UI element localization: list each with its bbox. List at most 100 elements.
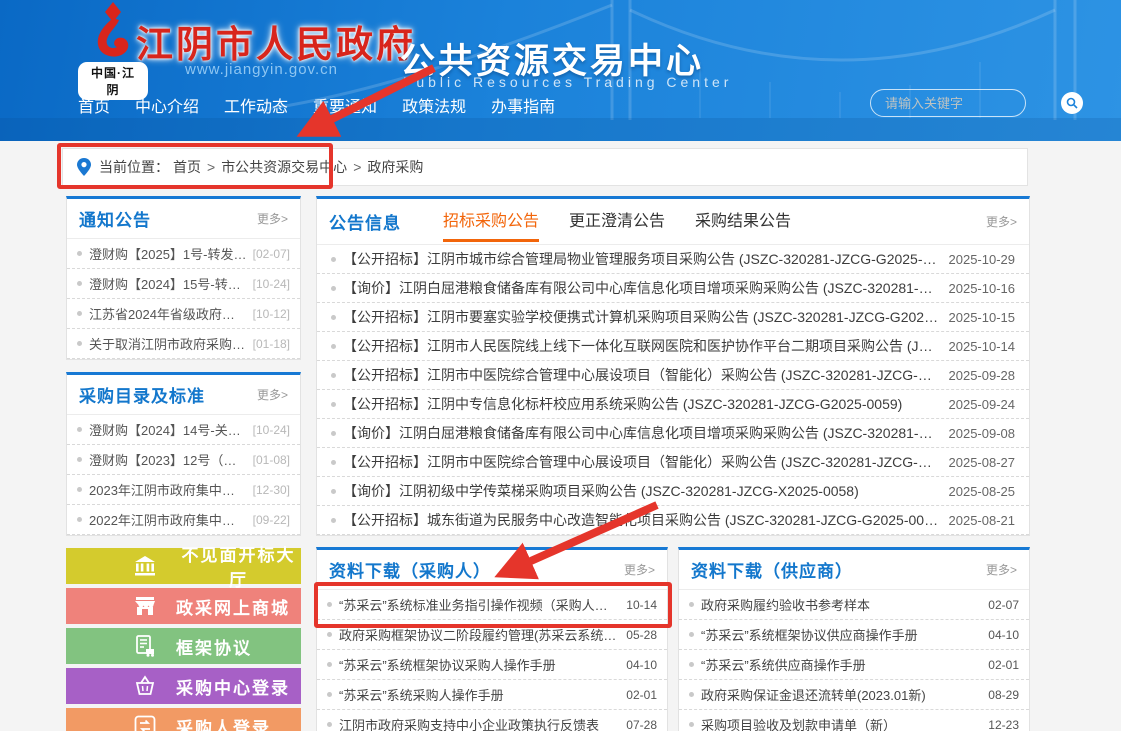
list-item[interactable]: 政府采购框架协议二阶段履约管理(苏采云系统操...05-28: [317, 620, 667, 650]
announcement-title[interactable]: 【询价】江阴初级中学传菜梯采购项目采购公告 (JSZC-320281-JZCG-…: [343, 481, 939, 501]
announcement-title[interactable]: 【公开招标】江阴市人民医院线上线下一体化互联网医院和医护协作平台二期项目采购公告…: [343, 336, 939, 356]
bullet-icon: [327, 722, 332, 727]
announcement-date: 2025-10-16: [949, 281, 1016, 296]
list-item[interactable]: 政府采购履约验收书参考样本02-07: [679, 590, 1029, 620]
bullet-icon: [331, 373, 336, 378]
remote-bid-hall-button[interactable]: 不见面开标大厅: [66, 548, 301, 584]
framework-agreement-button[interactable]: 框架协议: [66, 628, 301, 664]
bullet-icon: [689, 632, 694, 637]
catalog-panel-title: 采购目录及标准: [79, 382, 205, 407]
list-item[interactable]: 江苏省2024年省级政府购买服...[10-12]: [67, 299, 300, 329]
announcement-title[interactable]: 【公开招标】江阴中专信息化标杆校应用系统采购公告 (JSZC-320281-JZ…: [343, 394, 939, 414]
document-truck-icon: [134, 635, 156, 657]
announcement-title[interactable]: 【公开招标】城东街道为民服务中心改造智能化项目采购公告 (JSZC-320281…: [343, 510, 939, 530]
bullet-icon: [77, 517, 82, 522]
download-title[interactable]: 采购项目验收及划款申请单（新）: [701, 715, 980, 731]
site-title: 江阴市人民政府: [136, 14, 416, 68]
nav-item-center-intro[interactable]: 中心介绍: [135, 93, 199, 117]
catalog-title[interactable]: 2022年江阴市政府集中采购目...: [89, 510, 247, 529]
online-mall-button[interactable]: 政采网上商城: [66, 588, 301, 624]
announcement-title[interactable]: 【公开招标】江阴市中医院综合管理中心展设项目（智能化）采购公告 (JSZC-32…: [343, 452, 939, 472]
tab-bid-procurement-announcements[interactable]: 招标采购公告: [443, 199, 539, 242]
quick-button-label: 采购中心登录: [176, 674, 290, 699]
list-item[interactable]: “苏采云”系统框架协议采购人操作手册04-10: [317, 650, 667, 680]
list-item[interactable]: 澄财购【2025】1号-转发江苏... [02-07]: [67, 239, 300, 269]
download-title[interactable]: 政府采购框架协议二阶段履约管理(苏采云系统操...: [339, 625, 618, 644]
table-row[interactable]: 【询价】江阴初级中学传菜梯采购项目采购公告 (JSZC-320281-JZCG-…: [317, 477, 1029, 506]
catalog-title[interactable]: 澄财购【2024】14号-关于转...: [89, 420, 247, 439]
nav-item-service-guide[interactable]: 办事指南: [491, 93, 555, 117]
list-item[interactable]: 澄财购【2024】15号-转发《...[10-24]: [67, 269, 300, 299]
download-buyer-more-link[interactable]: 更多>: [624, 561, 655, 578]
catalog-more-link[interactable]: 更多>: [257, 386, 288, 403]
bullet-icon: [327, 662, 332, 667]
notice-title[interactable]: 江苏省2024年省级政府购买服...: [89, 304, 247, 323]
table-row[interactable]: 【询价】江阴白屈港粮食储备库有限公司中心库信息化项目增项采购采购公告 (JSZC…: [317, 274, 1029, 303]
table-row[interactable]: 【公开招标】江阴中专信息化标杆校应用系统采购公告 (JSZC-320281-JZ…: [317, 390, 1029, 419]
tab-procurement-results[interactable]: 采购结果公告: [695, 199, 791, 242]
list-item[interactable]: 澄财购【2024】14号-关于转...[10-24]: [67, 415, 300, 445]
list-item[interactable]: “苏采云”系统标准业务指引操作视频（采购人版...10-14: [317, 590, 667, 620]
announcement-title[interactable]: 【公开招标】江阴市中医院综合管理中心展设项目（智能化）采购公告 (JSZC-32…: [343, 365, 939, 385]
download-supplier-list: 政府采购履约验收书参考样本02-07 “苏采云”系统框架协议供应商操作手册04-…: [679, 590, 1029, 731]
list-item[interactable]: 2022年江阴市政府集中采购目...[09-22]: [67, 505, 300, 535]
bullet-icon: [331, 518, 336, 523]
table-row[interactable]: 【公开招标】江阴市中医院综合管理中心展设项目（智能化）采购公告 (JSZC-32…: [317, 448, 1029, 477]
procurement-center-login-button[interactable]: 采购中心登录: [66, 668, 301, 704]
search-input[interactable]: [885, 96, 1061, 111]
announcement-title[interactable]: 【公开招标】江阴市要塞实验学校便携式计算机采购项目采购公告 (JSZC-3202…: [343, 307, 939, 327]
download-title[interactable]: “苏采云”系统框架协议供应商操作手册: [701, 625, 980, 644]
list-item[interactable]: 2023年江阴市政府集中采购目...[12-30]: [67, 475, 300, 505]
table-row[interactable]: 【公开招标】江阴市要塞实验学校便携式计算机采购项目采购公告 (JSZC-3202…: [317, 303, 1029, 332]
notice-panel: 通知公告 更多> 澄财购【2025】1号-转发江苏...[02-07] 澄财购【…: [66, 196, 301, 360]
announcement-title[interactable]: 【询价】江阴白屈港粮食储备库有限公司中心库信息化项目增项采购采购公告 (JSZC…: [343, 278, 939, 298]
notice-title[interactable]: 澄财购【2024】15号-转发《...: [89, 274, 247, 293]
list-item[interactable]: 江阴市政府采购支持中小企业政策执行反馈表07-28: [317, 710, 667, 731]
download-supplier-more-link[interactable]: 更多>: [986, 561, 1017, 578]
list-item[interactable]: 关于取消江阴市政府采购中心...[01-18]: [67, 329, 300, 359]
notice-more-link[interactable]: 更多>: [257, 210, 288, 227]
catalog-title[interactable]: 澄财购【2023】12号（关于转...: [89, 450, 247, 469]
bullet-icon: [77, 487, 82, 492]
nav-item-policies[interactable]: 政策法规: [402, 93, 466, 117]
download-title[interactable]: 江阴市政府采购支持中小企业政策执行反馈表: [339, 715, 618, 731]
search-button[interactable]: [1061, 92, 1083, 114]
list-item[interactable]: 政府采购保证金退还流转单(2023.01新)08-29: [679, 680, 1029, 710]
announcement-date: 2025-09-08: [949, 426, 1016, 441]
table-row[interactable]: 【公开招标】城东街道为民服务中心改造智能化项目采购公告 (JSZC-320281…: [317, 506, 1029, 535]
table-row[interactable]: 【公开招标】江阴市人民医院线上线下一体化互联网医院和医护协作平台二期项目采购公告…: [317, 332, 1029, 361]
table-row[interactable]: 【公开招标】江阴市中医院综合管理中心展设项目（智能化）采购公告 (JSZC-32…: [317, 361, 1029, 390]
bullet-icon: [689, 602, 694, 607]
breadcrumb-home[interactable]: 首页: [173, 157, 201, 177]
buyer-login-button[interactable]: 采购人登录: [66, 708, 301, 731]
announcement-more-link[interactable]: 更多>: [986, 213, 1017, 230]
bank-icon: [134, 555, 156, 577]
catalog-title[interactable]: 2023年江阴市政府集中采购目...: [89, 480, 247, 499]
table-row[interactable]: 【公开招标】江阴市城市综合管理局物业管理服务项目采购公告 (JSZC-32028…: [317, 245, 1029, 274]
notice-title[interactable]: 关于取消江阴市政府采购中心...: [89, 334, 247, 353]
download-title[interactable]: “苏采云”系统标准业务指引操作视频（采购人版...: [339, 595, 618, 614]
notice-title[interactable]: 澄财购【2025】1号-转发江苏...: [89, 244, 247, 263]
download-title[interactable]: 政府采购保证金退还流转单(2023.01新): [701, 685, 980, 704]
download-title[interactable]: “苏采云”系统框架协议采购人操作手册: [339, 655, 618, 674]
download-supplier-title: 资料下载（供应商）: [691, 557, 853, 582]
nav-item-work-news[interactable]: 工作动态: [224, 93, 288, 117]
announcement-title[interactable]: 【询价】江阴白屈港粮食储备库有限公司中心库信息化项目增项采购采购公告 (JSZC…: [343, 423, 939, 443]
transfer-icon: [134, 715, 156, 731]
table-row[interactable]: 【询价】江阴白屈港粮食储备库有限公司中心库信息化项目增项采购采购公告 (JSZC…: [317, 419, 1029, 448]
list-item[interactable]: “苏采云”系统框架协议供应商操作手册04-10: [679, 620, 1029, 650]
breadcrumb-trading-center[interactable]: 市公共资源交易中心: [221, 157, 347, 177]
download-title[interactable]: 政府采购履约验收书参考样本: [701, 595, 980, 614]
download-title[interactable]: “苏采云”系统采购人操作手册: [339, 685, 618, 704]
nav-item-important-notice[interactable]: 重要通知: [313, 93, 377, 117]
list-item[interactable]: “苏采云”系统采购人操作手册02-01: [317, 680, 667, 710]
announcement-title[interactable]: 【公开招标】江阴市城市综合管理局物业管理服务项目采购公告 (JSZC-32028…: [343, 249, 939, 269]
nav-item-home[interactable]: 首页: [78, 93, 110, 117]
tab-correction-clarification[interactable]: 更正澄清公告: [569, 199, 665, 242]
breadcrumb-gov-procurement[interactable]: 政府采购: [367, 157, 423, 177]
list-item[interactable]: “苏采云”系统供应商操作手册02-01: [679, 650, 1029, 680]
list-item[interactable]: 采购项目验收及划款申请单（新）12-23: [679, 710, 1029, 731]
download-title[interactable]: “苏采云”系统供应商操作手册: [701, 655, 980, 674]
notice-date: [02-07]: [253, 247, 290, 261]
list-item[interactable]: 澄财购【2023】12号（关于转...[01-08]: [67, 445, 300, 475]
